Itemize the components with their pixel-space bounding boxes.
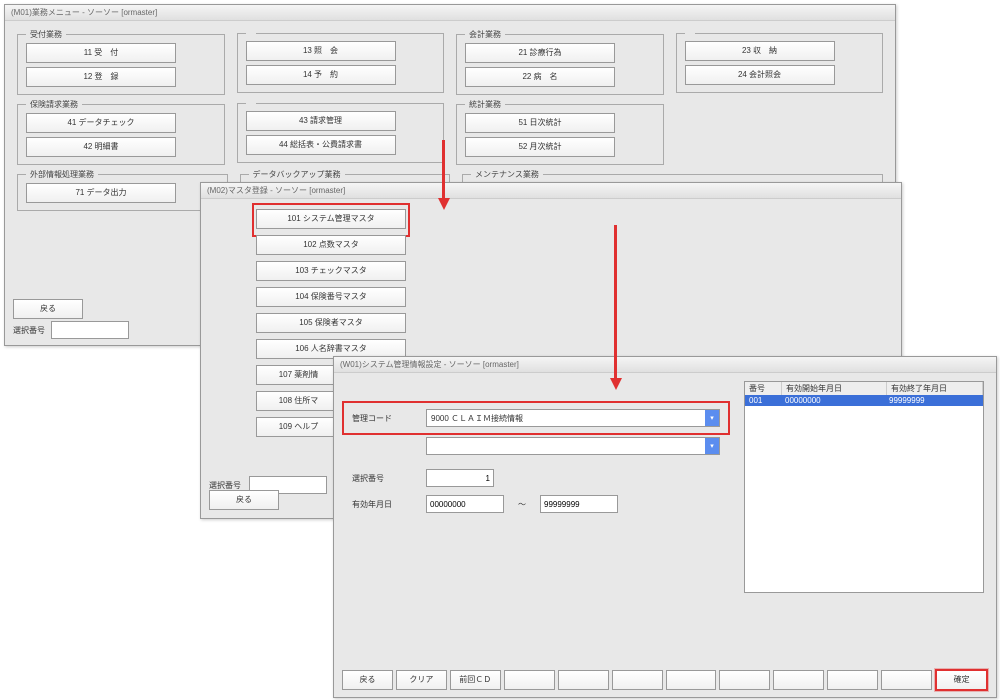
group-reception: 受付業務 11 受 付 12 登 録 [17, 29, 225, 95]
chevron-down-icon[interactable]: ▾ [705, 410, 719, 426]
btn-52[interactable]: 52 月次統計 [465, 137, 615, 157]
window-system-settings: (W01)システム管理情報設定 - ソーソー [ormaster] 管理コード … [333, 356, 997, 698]
date-to-input[interactable] [540, 495, 618, 513]
btn-107[interactable]: 107 薬剤情 [256, 365, 341, 385]
select-label: 選択番号 [352, 473, 412, 484]
group-legend: 統計業務 [465, 99, 505, 110]
select-label: 選択番号 [13, 325, 45, 336]
group-legend: 外部情報処理業務 [26, 169, 98, 180]
management-code-combo[interactable]: 9000 ＣＬＡＩＭ接続情報 ▾ [426, 409, 720, 427]
group-insurance: 保険請求業務 41 データチェック 42 明細書 [17, 99, 225, 165]
btn-12[interactable]: 12 登 録 [26, 67, 176, 87]
management-code-label: 管理コード [352, 413, 412, 424]
btn-22[interactable]: 22 病 名 [465, 67, 615, 87]
btn-102[interactable]: 102 点数マスタ [256, 235, 406, 255]
group-legend: 受付業務 [26, 29, 66, 40]
btn-108[interactable]: 108 住所マ [256, 391, 341, 411]
group-legend: 保険請求業務 [26, 99, 82, 110]
foot-btn[interactable] [719, 670, 770, 690]
foot-btn[interactable] [881, 670, 932, 690]
date-separator: 〜 [518, 499, 526, 510]
window-title: (M01)業務メニュー - ソーソー [ormaster] [11, 8, 157, 17]
foot-clear[interactable]: クリア [396, 670, 447, 690]
btn-23[interactable]: 23 収 納 [685, 41, 835, 61]
group-legend: メンテナンス業務 [471, 169, 543, 180]
table-row[interactable]: 001 00000000 99999999 [745, 395, 983, 406]
btn-13[interactable]: 13 照 会 [246, 41, 396, 61]
select-input[interactable] [51, 321, 129, 339]
btn-71[interactable]: 71 データ出力 [26, 183, 176, 203]
group-g6: 43 請求管理 44 総括表・公費請求書 [237, 99, 445, 163]
titlebar: (M01)業務メニュー - ソーソー [ormaster] [5, 5, 895, 21]
back-button[interactable]: 戻る [13, 299, 83, 319]
titlebar: (M02)マスタ登録 - ソーソー [ormaster] [201, 183, 901, 199]
foot-btn[interactable] [666, 670, 717, 690]
btn-103[interactable]: 103 チェックマスタ [256, 261, 406, 281]
col-start: 有効開始年月日 [782, 382, 887, 395]
window-title: (W01)システム管理情報設定 - ソーソー [ormaster] [340, 360, 519, 369]
window-title: (M02)マスタ登録 - ソーソー [ormaster] [207, 186, 345, 195]
foot-btn[interactable] [773, 670, 824, 690]
foot-btn[interactable] [827, 670, 878, 690]
group-g2: 13 照 会 14 予 約 [237, 29, 445, 93]
validity-table: 番号 有効開始年月日 有効終了年月日 001 00000000 99999999 [744, 381, 984, 593]
group-legend: データバックアップ業務 [249, 169, 345, 180]
chevron-down-icon[interactable]: ▾ [705, 438, 719, 454]
btn-42[interactable]: 42 明細書 [26, 137, 176, 157]
btn-24[interactable]: 24 会計照会 [685, 65, 835, 85]
cell-start: 00000000 [781, 395, 885, 406]
btn-11[interactable]: 11 受 付 [26, 43, 176, 63]
btn-109[interactable]: 109 ヘルプ [256, 417, 341, 437]
group-external: 外部情報処理業務 71 データ出力 [17, 169, 228, 211]
foot-confirm[interactable]: 確定 [935, 669, 988, 691]
btn-43[interactable]: 43 請求管理 [246, 111, 396, 131]
sub-combo[interactable]: ▾ [426, 437, 720, 455]
back-button[interactable]: 戻る [209, 490, 279, 510]
btn-51[interactable]: 51 日次統計 [465, 113, 615, 133]
btn-105[interactable]: 105 保険者マスタ [256, 313, 406, 333]
foot-btn[interactable] [558, 670, 609, 690]
group-legend: 会計業務 [465, 29, 505, 40]
footer-toolbar: 戻る クリア 前回ＣＤ 確定 [342, 669, 988, 691]
select-label: 選択番号 [209, 480, 241, 491]
btn-41[interactable]: 41 データチェック [26, 113, 176, 133]
select-input[interactable] [426, 469, 494, 487]
date-from-input[interactable] [426, 495, 504, 513]
col-no: 番号 [745, 382, 782, 395]
titlebar: (W01)システム管理情報設定 - ソーソー [ormaster] [334, 357, 996, 373]
btn-44[interactable]: 44 総括表・公費請求書 [246, 135, 396, 155]
btn-101-system-master[interactable]: 101 システム管理マスタ [256, 209, 406, 229]
valid-date-label: 有効年月日 [352, 499, 412, 510]
foot-prevcd[interactable]: 前回ＣＤ [450, 670, 501, 690]
btn-104[interactable]: 104 保険番号マスタ [256, 287, 406, 307]
foot-btn[interactable] [612, 670, 663, 690]
group-accounting: 会計業務 21 診療行為 22 病 名 [456, 29, 664, 95]
group-g4: 23 収 納 24 会計照会 [676, 29, 884, 93]
cell-no: 001 [745, 395, 781, 406]
btn-14[interactable]: 14 予 約 [246, 65, 396, 85]
foot-back[interactable]: 戻る [342, 670, 393, 690]
col-end: 有効終了年月日 [887, 382, 983, 395]
cell-end: 99999999 [885, 395, 983, 406]
btn-21[interactable]: 21 診療行為 [465, 43, 615, 63]
group-statistics: 統計業務 51 日次統計 52 月次統計 [456, 99, 664, 165]
combo-value: 9000 ＣＬＡＩＭ接続情報 [427, 413, 705, 424]
foot-btn[interactable] [504, 670, 555, 690]
